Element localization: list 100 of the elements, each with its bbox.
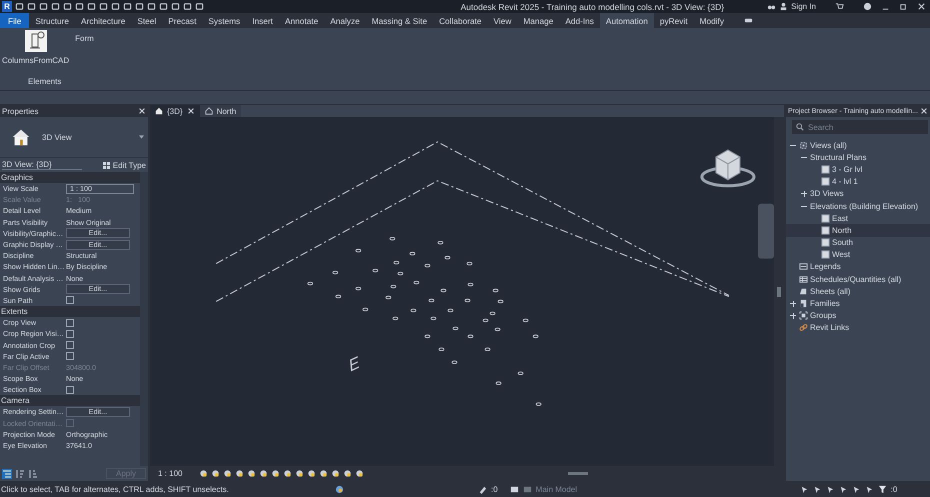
ribbon-tab[interactable]: Architecture <box>75 13 132 28</box>
checkbox[interactable] <box>66 386 74 394</box>
tree-item[interactable]: Sheets (all) <box>786 285 930 298</box>
status-message: Click to select, TAB for alternates, CTRL adds, SHIFT unselects. <box>1 484 230 494</box>
tree-item[interactable]: Groups <box>786 310 930 322</box>
tree-item[interactable]: West <box>786 248 930 261</box>
edit-type-button[interactable]: Edit Type <box>102 160 146 170</box>
section-header[interactable]: Extents <box>0 306 140 318</box>
collapse-toggle[interactable] <box>801 154 807 160</box>
checkbox[interactable] <box>66 352 74 360</box>
tree-item[interactable]: Families <box>786 297 930 310</box>
panel-title: Properties <box>2 106 38 116</box>
ribbon-tab[interactable]: Massing & Site <box>366 13 434 28</box>
restore-icon[interactable] <box>899 2 908 11</box>
views-icon <box>799 140 808 150</box>
filter-icon[interactable] <box>878 484 887 494</box>
grid-label: E <box>348 353 360 376</box>
window-title: Autodesk Revit 2025 - Training auto modelling cols.rvt - 3D View: {3D} <box>460 2 726 12</box>
columns-from-cad-button[interactable]: ColumnsFromCAD <box>0 30 72 65</box>
model-viewport[interactable]: E <box>150 117 774 466</box>
collapse-toggle[interactable] <box>790 142 796 148</box>
model-dropdown[interactable]: Main Model <box>536 484 656 494</box>
sort-ascending-icon[interactable] <box>15 468 25 478</box>
sort-descending-icon[interactable] <box>28 468 38 478</box>
tree-item[interactable]: Elevations (Building Elevation) <box>786 200 930 212</box>
checkbox[interactable] <box>66 341 74 350</box>
view-cube-drawing[interactable] <box>700 149 756 188</box>
search-icon <box>796 123 804 131</box>
count-label: :0 <box>491 484 498 494</box>
checkbox[interactable] <box>66 296 74 304</box>
instance-dropdown[interactable]: 3D View: {3D} <box>2 160 82 170</box>
document-tab[interactable]: North <box>200 105 242 117</box>
group-icon <box>799 311 808 320</box>
tree-item[interactable]: Structural Plans <box>786 151 930 164</box>
tree-item[interactable]: 3 - Gr lvl <box>786 163 930 176</box>
scrollbar[interactable] <box>140 172 148 466</box>
expand-toggle[interactable] <box>790 300 796 307</box>
form-label: Form <box>75 34 94 43</box>
tree-item[interactable]: Revit Links <box>786 322 930 334</box>
checkbox[interactable] <box>66 318 74 327</box>
tree-item[interactable]: 3D Views <box>786 188 930 200</box>
ribbon-tab[interactable]: Systems <box>202 13 246 28</box>
section-header[interactable]: Graphics <box>0 172 140 183</box>
link-icon <box>799 323 808 332</box>
tree-item[interactable]: 4 - lvl 1 <box>786 176 930 188</box>
close-icon[interactable] <box>917 2 926 11</box>
app-logo[interactable]: R <box>2 1 12 12</box>
tree-item[interactable]: North <box>786 224 930 236</box>
ribbon-tab[interactable]: Precast <box>162 13 202 28</box>
expand-toggle[interactable] <box>801 190 807 197</box>
ribbon-tab[interactable]: Analyze <box>324 13 366 28</box>
ribbon-tab[interactable]: Manage <box>517 13 560 28</box>
search-field[interactable]: Search <box>792 120 928 134</box>
type-selector[interactable]: 3D View <box>0 117 148 158</box>
tree-item[interactable]: Legends <box>786 260 930 274</box>
column-icon <box>24 30 47 52</box>
ribbon-tab[interactable]: Modify <box>694 13 730 28</box>
ribbon-tab[interactable]: Structure <box>29 13 76 28</box>
close-icon[interactable] <box>920 107 928 115</box>
scrollbar[interactable] <box>774 117 784 466</box>
help-icon[interactable] <box>863 2 872 11</box>
editable-icon[interactable] <box>478 484 487 494</box>
ribbon-tab[interactable]: View <box>488 13 518 28</box>
ribbon-tab[interactable]: Add-Ins <box>559 13 600 28</box>
caret-icon <box>139 135 144 139</box>
ribbon-tab[interactable]: Insert <box>246 13 279 28</box>
ribbon-tab[interactable]: Automation <box>600 13 654 28</box>
tree-item[interactable]: Views (all) <box>786 139 930 152</box>
document-tab[interactable]: {3D} <box>150 105 200 117</box>
ribbon-tab[interactable]: Annotate <box>278 13 324 28</box>
tab-label: {3D} <box>167 106 183 116</box>
scale-label[interactable]: 1 : 100 <box>158 469 196 478</box>
grid-icon <box>102 162 110 168</box>
sheet-icon <box>799 286 808 296</box>
cart-icon[interactable] <box>835 2 844 11</box>
panel-toggle-icon[interactable] <box>744 16 754 25</box>
tree-item[interactable]: South <box>786 236 930 249</box>
tree-item[interactable]: East <box>786 212 930 224</box>
ribbon-tab[interactable]: File <box>0 13 30 28</box>
expand-toggle[interactable] <box>790 312 796 319</box>
panel-title: Elements <box>28 77 62 86</box>
ribbon-tab[interactable]: Collaborate <box>433 13 488 28</box>
house-icon <box>155 107 163 115</box>
ribbon-tab[interactable]: pyRevit <box>654 13 694 28</box>
tree-item[interactable]: Schedules/Quantities (all) <box>786 273 930 286</box>
tab-label: North <box>216 106 236 116</box>
close-icon[interactable] <box>138 107 146 115</box>
elevation-icon <box>204 107 213 115</box>
categorize-icon[interactable] <box>2 468 12 478</box>
family-icon <box>799 299 808 308</box>
close-icon[interactable] <box>186 107 195 115</box>
collapse-toggle[interactable] <box>801 203 807 210</box>
checkbox[interactable] <box>66 330 74 338</box>
schedule-icon <box>799 274 808 284</box>
section-header[interactable]: Camera <box>0 395 140 406</box>
legend-icon <box>799 262 808 272</box>
ribbon-tab[interactable]: Steel <box>131 13 162 28</box>
user-icon[interactable] <box>779 2 788 11</box>
count-label: :0 <box>890 484 898 494</box>
sign-in-link[interactable]: Sign In <box>791 2 816 11</box>
